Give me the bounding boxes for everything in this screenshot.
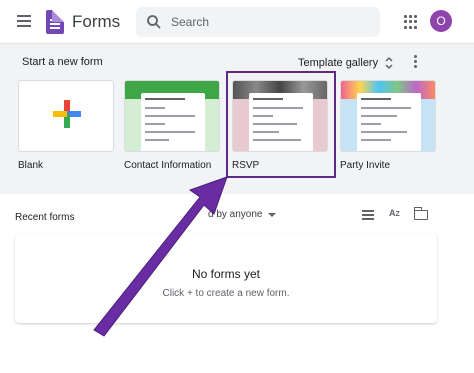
template-card-contact[interactable]: Contact Information: [124, 80, 220, 171]
template-card-blank[interactable]: Blank: [18, 80, 114, 171]
more-options-icon[interactable]: [414, 55, 418, 69]
search-placeholder: Search: [171, 15, 210, 29]
empty-forms-panel: No forms yet Click + to create a new for…: [15, 233, 437, 323]
plus-icon: [53, 100, 81, 128]
recent-forms-heading: Recent forms: [15, 212, 75, 223]
empty-title: No forms yet: [191, 267, 260, 281]
start-new-form-heading: Start a new form: [22, 56, 103, 68]
app-header: Forms Search O: [0, 0, 474, 44]
unfold-icon: [385, 56, 393, 70]
owner-filter-label: d by anyone: [208, 209, 263, 220]
forms-logo-icon: [46, 10, 64, 34]
template-label: Blank: [18, 160, 44, 171]
empty-hint: Click + to create a new form.: [162, 288, 290, 299]
party-thumbnail[interactable]: [340, 80, 436, 152]
contact-thumbnail[interactable]: [124, 80, 220, 152]
app-title: Forms: [72, 12, 121, 31]
template-card-party[interactable]: Party Invite: [340, 80, 436, 171]
folder-icon[interactable]: [414, 207, 428, 220]
chevron-down-icon: [267, 212, 276, 217]
owner-filter-dropdown[interactable]: d by anyone: [208, 209, 276, 220]
template-label: Party Invite: [340, 160, 391, 171]
template-gallery-button[interactable]: Template gallery: [298, 54, 394, 72]
list-view-icon[interactable]: [362, 210, 374, 220]
sort-az-icon[interactable]: AZ: [389, 208, 400, 218]
blank-thumbnail[interactable]: [18, 80, 114, 152]
menu-icon[interactable]: [14, 12, 34, 32]
search-icon: [147, 15, 161, 29]
account-avatar[interactable]: O: [430, 10, 452, 32]
template-label: Contact Information: [124, 160, 212, 171]
apps-grid-icon[interactable]: [404, 15, 418, 29]
search-box[interactable]: Search: [136, 7, 380, 37]
forms-home-screen: Forms Search O Start a new form Template…: [0, 0, 474, 373]
template-gallery-label: Template gallery: [298, 57, 379, 69]
rsvp-highlight-box: [226, 71, 336, 178]
